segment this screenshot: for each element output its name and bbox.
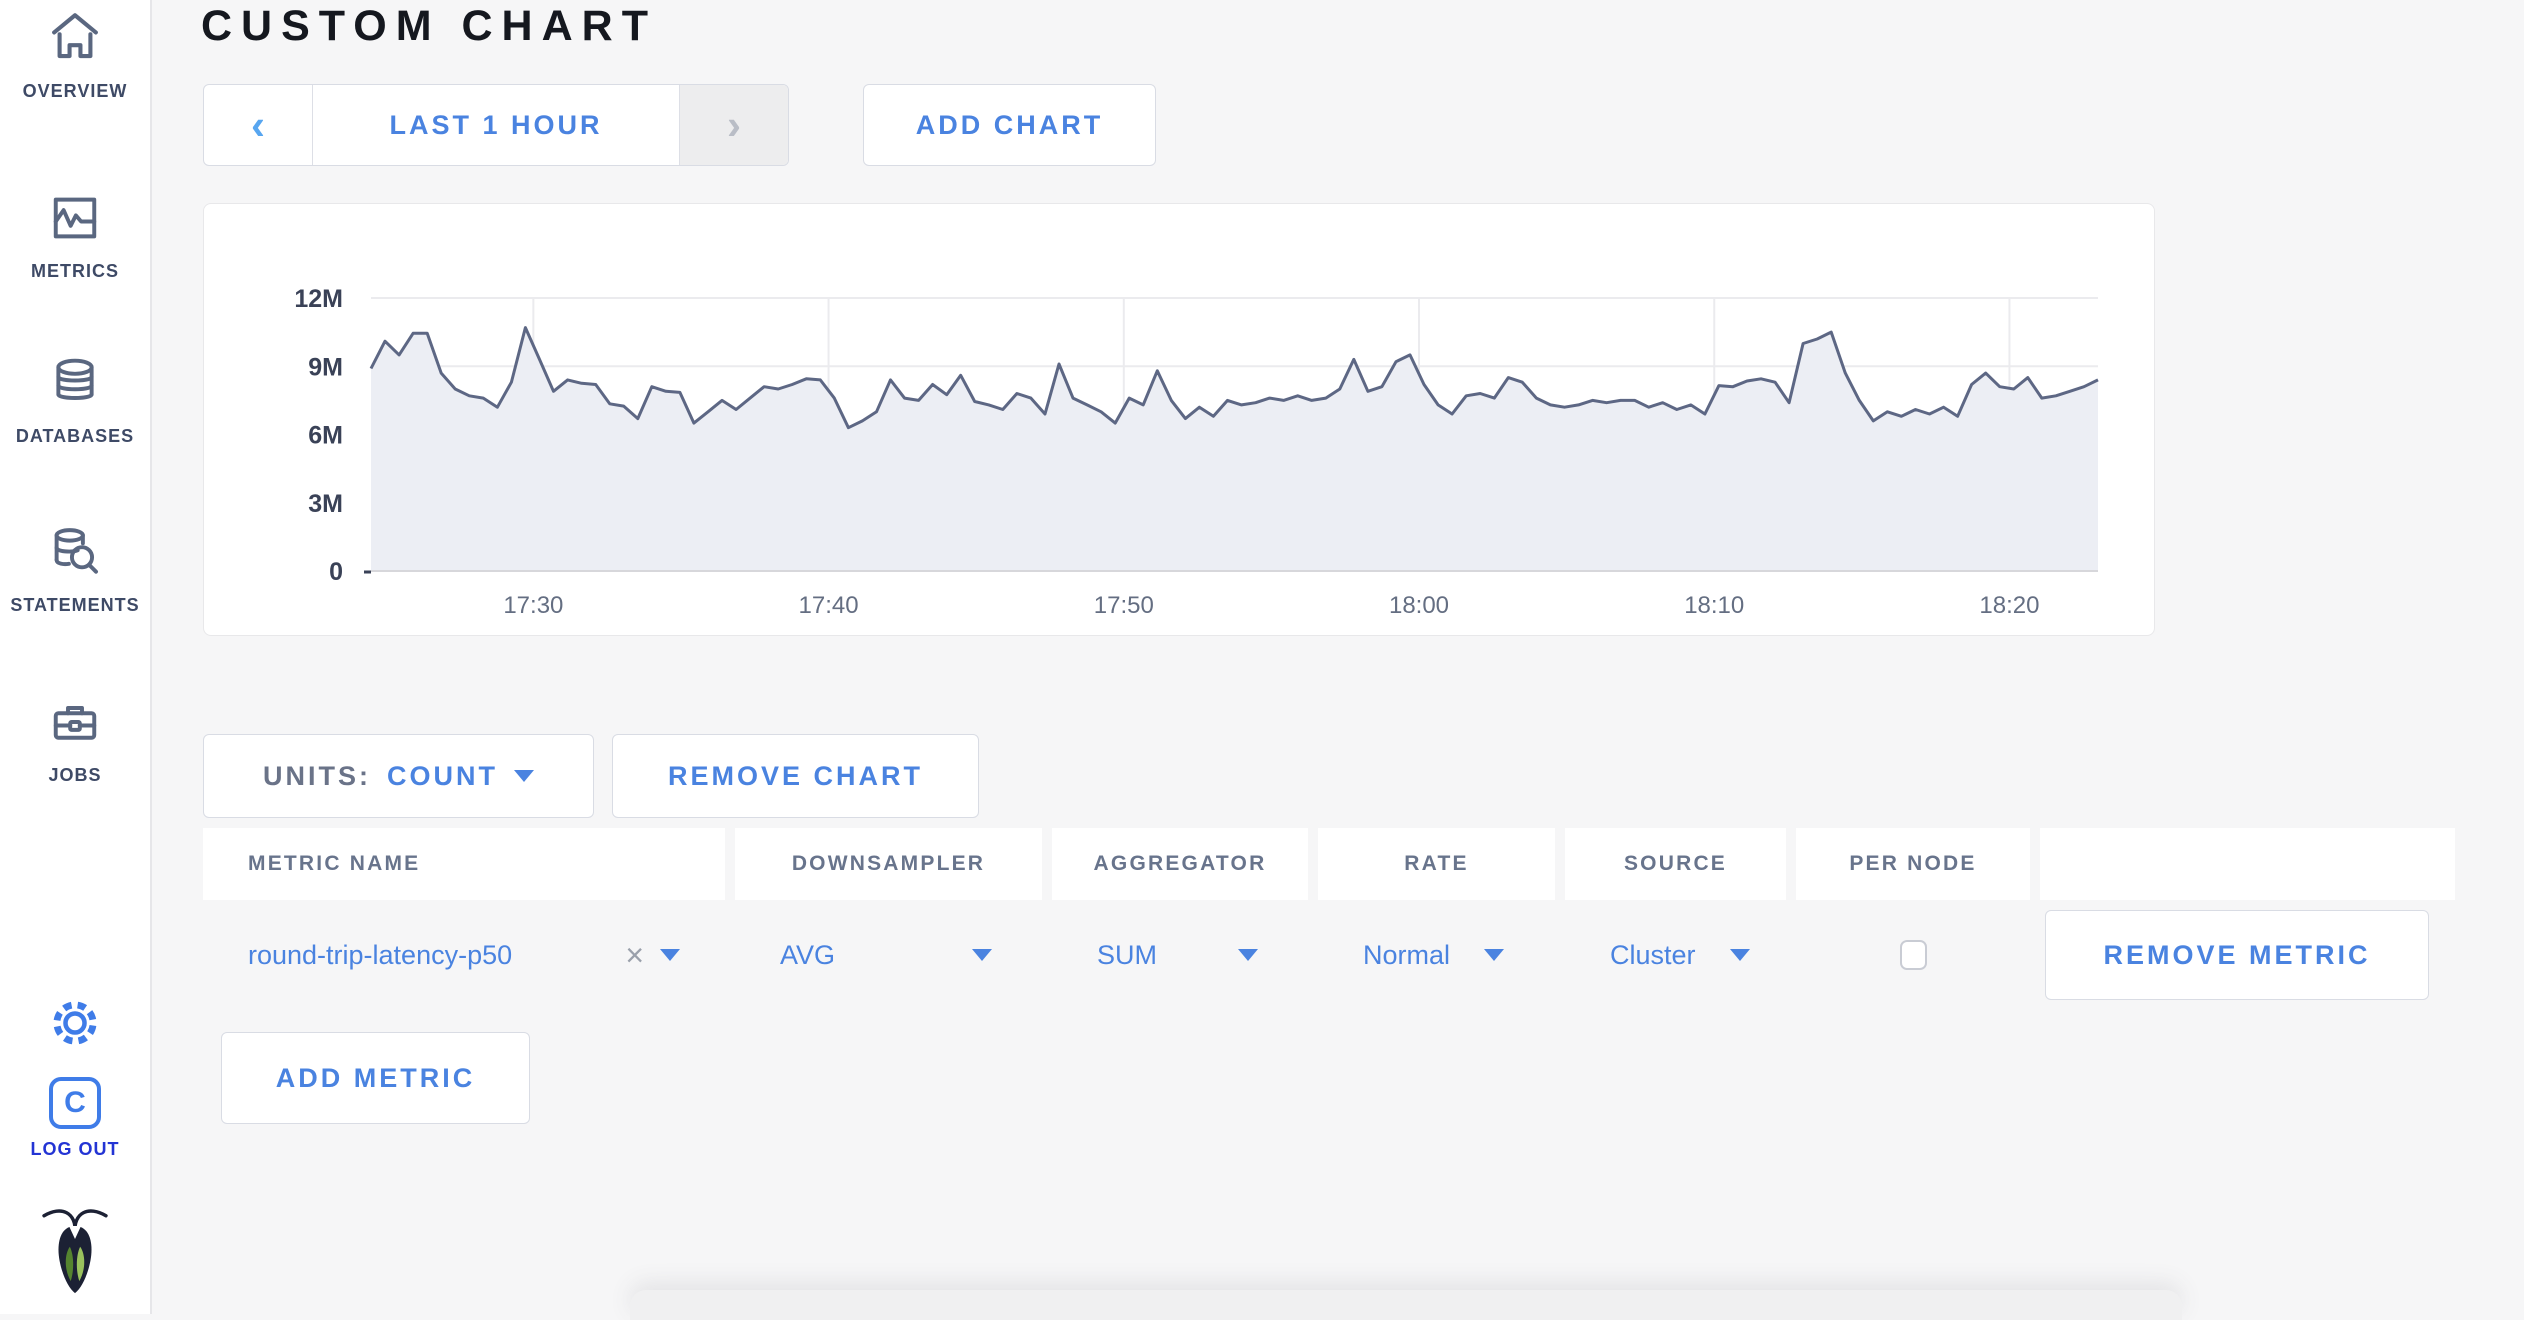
- latency-area-chart[interactable]: 0 3M 6M 9M 12M 17:30 17:40 17:50 18:00 18:10 18:20: [204, 204, 2154, 635]
- sidebar-item-overview[interactable]: OVERVIEW: [0, 8, 150, 102]
- cockroach-c-logo-icon: C: [49, 1077, 101, 1129]
- svg-text:18:00: 18:00: [1389, 592, 1449, 619]
- column-header-per-node: PER NODE: [1796, 828, 2030, 900]
- svg-text:18:20: 18:20: [1979, 592, 2039, 619]
- statements-icon: [0, 524, 150, 585]
- sidebar-item-label: JOBS: [48, 765, 102, 785]
- custom-chart-page: OVERVIEW METRICS DATABASES STATEMENTS JO…: [0, 0, 2524, 1320]
- remove-metric-button[interactable]: REMOVE METRIC: [2045, 910, 2429, 1000]
- units-value: COUNT: [387, 760, 498, 791]
- home-icon: [0, 8, 150, 71]
- sidebar-item-label: METRICS: [31, 261, 119, 281]
- bottom-sheet-shadow: [630, 1290, 2182, 1320]
- svg-text:17:50: 17:50: [1094, 592, 1154, 619]
- source-value: Cluster: [1610, 939, 1696, 970]
- chevron-down-icon: [1238, 949, 1258, 961]
- metrics-table-header: METRIC NAME DOWNSAMPLER AGGREGATOR RATE …: [203, 828, 2455, 900]
- column-header-aggregator: AGGREGATOR: [1052, 828, 1308, 900]
- metric-name-value: round-trip-latency-p50: [248, 939, 513, 970]
- column-header-metric-name: METRIC NAME: [203, 828, 725, 900]
- gear-icon: [0, 994, 150, 1057]
- sidebar-item-label: DATABASES: [15, 426, 135, 446]
- sidebar-cockroach-logo: [0, 1202, 150, 1305]
- time-range-prev-button[interactable]: ‹: [204, 85, 313, 165]
- rate-select[interactable]: Normal: [1318, 940, 1555, 971]
- chevron-right-icon: ›: [727, 101, 741, 148]
- metrics-icon: [0, 190, 150, 251]
- close-icon[interactable]: ×: [625, 937, 644, 974]
- sidebar-item-statements[interactable]: STATEMENTS: [0, 524, 150, 616]
- column-header-source: SOURCE: [1565, 828, 1786, 900]
- time-range-next-button[interactable]: ›: [679, 85, 788, 165]
- svg-text:9M: 9M: [308, 353, 343, 381]
- chevron-down-icon: [514, 770, 534, 782]
- per-node-cell: [1796, 940, 2030, 970]
- chevron-down-icon: [1484, 949, 1505, 961]
- per-node-checkbox[interactable]: [1899, 940, 1927, 970]
- aggregator-value: SUM: [1097, 939, 1157, 970]
- rate-value: Normal: [1363, 939, 1451, 970]
- table-row: round-trip-latency-p50 × AVG SUM Normal …: [203, 898, 2455, 1012]
- sidebar-item-logout[interactable]: C LOG OUT: [0, 1077, 150, 1160]
- add-metric-button[interactable]: ADD METRIC: [221, 1032, 530, 1124]
- chart-card: 0 3M 6M 9M 12M 17:30 17:40 17:50 18:00 18:10 18:20: [203, 203, 2155, 636]
- logout-label: LOG OUT: [30, 1139, 120, 1159]
- page-title: CUSTOM CHART: [201, 2, 657, 50]
- column-header-downsampler: DOWNSAMPLER: [735, 828, 1042, 900]
- svg-text:6M: 6M: [308, 422, 343, 450]
- chevron-down-icon: [1729, 949, 1750, 961]
- sidebar-item-label: OVERVIEW: [22, 81, 128, 101]
- column-header-actions: [2040, 828, 2455, 900]
- chevron-left-icon: ‹: [251, 101, 265, 148]
- downsampler-select[interactable]: AVG: [735, 940, 1042, 971]
- units-label: UNITS:: [263, 760, 371, 791]
- sidebar-item-jobs[interactable]: JOBS: [0, 694, 150, 786]
- time-range-selector: ‹ LAST 1 HOUR ›: [203, 84, 789, 166]
- sidebar-item-metrics[interactable]: METRICS: [0, 190, 150, 282]
- svg-text:3M: 3M: [308, 490, 343, 518]
- actions-cell: REMOVE METRIC: [2040, 910, 2455, 1000]
- remove-chart-button[interactable]: REMOVE CHART: [612, 734, 979, 818]
- database-icon: [0, 355, 150, 416]
- sidebar-item-label: STATEMENTS: [10, 595, 140, 615]
- aggregator-select[interactable]: SUM: [1052, 940, 1308, 971]
- jobs-icon: [0, 694, 150, 755]
- sidebar-item-settings[interactable]: [0, 994, 150, 1057]
- downsampler-value: AVG: [780, 939, 836, 970]
- add-chart-button[interactable]: ADD CHART: [863, 84, 1156, 166]
- svg-text:12M: 12M: [294, 285, 343, 313]
- svg-text:17:30: 17:30: [503, 592, 563, 619]
- svg-text:18:10: 18:10: [1684, 592, 1744, 619]
- metric-name-select[interactable]: round-trip-latency-p50 ×: [203, 937, 725, 974]
- chevron-down-icon: [660, 949, 680, 961]
- time-range-dropdown[interactable]: LAST 1 HOUR: [313, 85, 679, 165]
- chevron-down-icon: [972, 949, 992, 961]
- sidebar-item-databases[interactable]: DATABASES: [0, 355, 150, 447]
- sidebar: OVERVIEW METRICS DATABASES STATEMENTS JO…: [0, 0, 152, 1314]
- source-select[interactable]: Cluster: [1565, 940, 1786, 971]
- column-header-rate: RATE: [1318, 828, 1555, 900]
- units-dropdown[interactable]: UNITS: COUNT: [203, 734, 594, 818]
- cockroach-bug-icon: [0, 1202, 150, 1305]
- svg-text:17:40: 17:40: [799, 592, 859, 619]
- svg-text:0: 0: [329, 558, 343, 586]
